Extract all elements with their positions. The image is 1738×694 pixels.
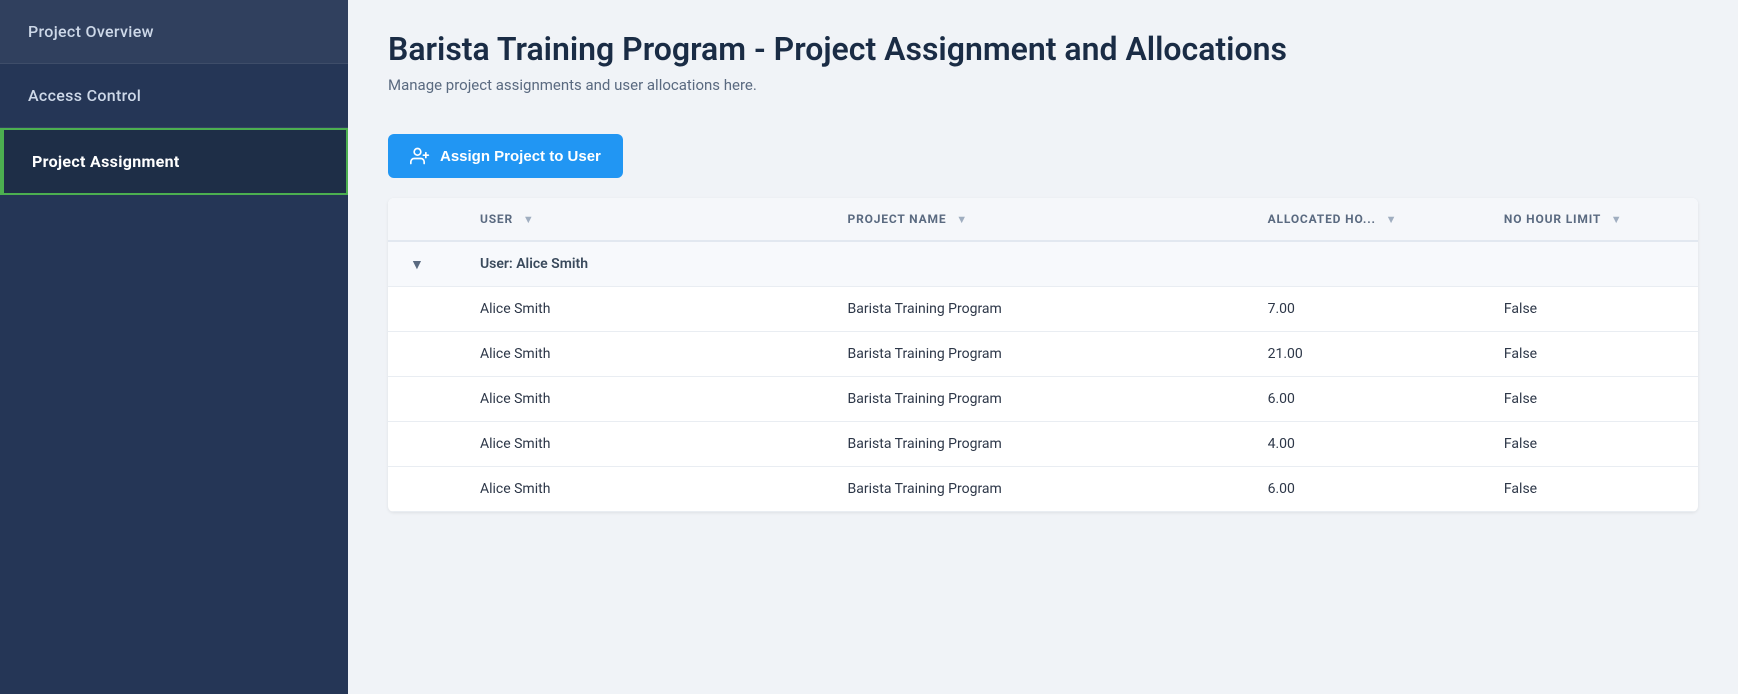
page-header: Barista Training Program - Project Assig… bbox=[348, 0, 1738, 114]
project-filter-icon[interactable]: ▼ bbox=[956, 213, 968, 226]
main-content: Barista Training Program - Project Assig… bbox=[348, 0, 1738, 694]
sidebar-item-label: Access Control bbox=[28, 86, 141, 105]
assign-project-button[interactable]: Assign Project to User bbox=[388, 134, 623, 178]
cell-hours: 7.00 bbox=[1252, 287, 1488, 332]
hours-filter-icon[interactable]: ▼ bbox=[1386, 213, 1398, 226]
sidebar-item-access-control[interactable]: Access Control bbox=[0, 64, 348, 128]
main-body: Assign Project to User USER ▼ PROJECT NA… bbox=[348, 114, 1738, 694]
cell-hours: 6.00 bbox=[1252, 377, 1488, 422]
cell-hours: 21.00 bbox=[1252, 332, 1488, 377]
page-subtitle: Manage project assignments and user allo… bbox=[388, 76, 1698, 94]
table-row: Alice Smith Barista Training Program 6.0… bbox=[388, 467, 1698, 512]
cell-hours: 6.00 bbox=[1252, 467, 1488, 512]
table-row: Alice Smith Barista Training Program 7.0… bbox=[388, 287, 1698, 332]
sidebar-item-label: Project Overview bbox=[28, 22, 154, 41]
cell-nolimit: False bbox=[1488, 422, 1698, 467]
cell-nolimit: False bbox=[1488, 377, 1698, 422]
col-header-project: PROJECT NAME ▼ bbox=[832, 198, 1252, 241]
cell-nolimit: False bbox=[1488, 287, 1698, 332]
expand-cell: ▼ bbox=[388, 241, 464, 287]
col-header-expand bbox=[388, 198, 464, 241]
cell-project: Barista Training Program bbox=[832, 377, 1252, 422]
cell-nolimit: False bbox=[1488, 467, 1698, 512]
cell-user: Alice Smith bbox=[464, 332, 832, 377]
col-header-nolimit: NO HOUR LIMIT ▼ bbox=[1488, 198, 1698, 241]
cell-hours: 4.00 bbox=[1252, 422, 1488, 467]
group-label: User: Alice Smith bbox=[464, 241, 1698, 287]
col-header-user: USER ▼ bbox=[464, 198, 832, 241]
col-header-hours: ALLOCATED HO... ▼ bbox=[1252, 198, 1488, 241]
group-row-alice-smith: ▼ User: Alice Smith bbox=[388, 241, 1698, 287]
cell-project: Barista Training Program bbox=[832, 332, 1252, 377]
user-filter-icon[interactable]: ▼ bbox=[523, 213, 535, 226]
sidebar-item-label: Project Assignment bbox=[32, 152, 180, 171]
cell-project: Barista Training Program bbox=[832, 287, 1252, 332]
table-body: ▼ User: Alice Smith Alice Smith Barista … bbox=[388, 241, 1698, 512]
cell-project: Barista Training Program bbox=[832, 422, 1252, 467]
table-row: Alice Smith Barista Training Program 4.0… bbox=[388, 422, 1698, 467]
table-row: Alice Smith Barista Training Program 6.0… bbox=[388, 377, 1698, 422]
assign-button-label: Assign Project to User bbox=[440, 148, 601, 165]
page-title: Barista Training Program - Project Assig… bbox=[388, 30, 1698, 68]
expand-button[interactable]: ▼ bbox=[404, 254, 430, 274]
table-row: Alice Smith Barista Training Program 21.… bbox=[388, 332, 1698, 377]
cell-user: Alice Smith bbox=[464, 287, 832, 332]
sidebar-item-project-overview[interactable]: Project Overview bbox=[0, 0, 348, 64]
nolimit-filter-icon[interactable]: ▼ bbox=[1611, 213, 1623, 226]
cell-user: Alice Smith bbox=[464, 467, 832, 512]
assignments-table-container: USER ▼ PROJECT NAME ▼ ALLOCATED HO... ▼ bbox=[388, 198, 1698, 512]
assign-users-icon bbox=[410, 146, 430, 166]
sidebar-item-project-assignment[interactable]: Project Assignment bbox=[0, 128, 348, 195]
table-header: USER ▼ PROJECT NAME ▼ ALLOCATED HO... ▼ bbox=[388, 198, 1698, 241]
cell-user: Alice Smith bbox=[464, 422, 832, 467]
cell-nolimit: False bbox=[1488, 332, 1698, 377]
assignments-table: USER ▼ PROJECT NAME ▼ ALLOCATED HO... ▼ bbox=[388, 198, 1698, 512]
sidebar: Project Overview Access Control Project … bbox=[0, 0, 348, 694]
cell-project: Barista Training Program bbox=[832, 467, 1252, 512]
cell-user: Alice Smith bbox=[464, 377, 832, 422]
